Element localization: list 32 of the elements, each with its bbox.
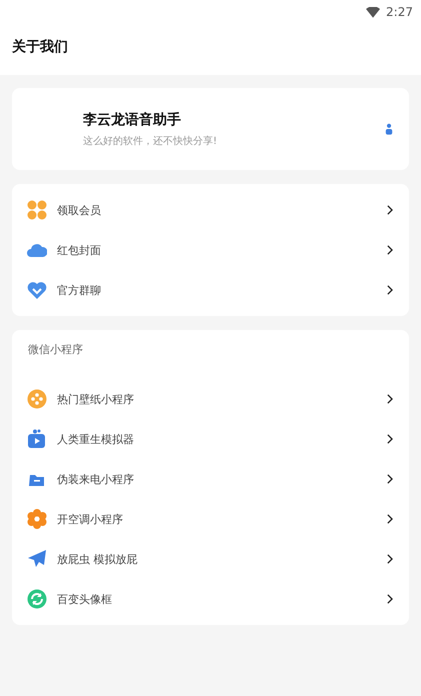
chevron-right-icon	[386, 514, 393, 524]
chevron-right-icon	[386, 434, 393, 444]
chevron-right-icon	[386, 594, 393, 604]
status-time: 2:27	[386, 5, 413, 19]
section-title: 微信小程序	[27, 342, 84, 358]
mini-program-item[interactable]: 放屁虫 模拟放屁	[12, 539, 409, 579]
paper-plane-icon	[27, 549, 47, 569]
mini-program-item[interactable]: 人类重生模拟器	[12, 419, 409, 459]
menu-item[interactable]: 官方群聊	[12, 270, 409, 310]
chevron-right-icon	[386, 394, 393, 404]
mini-program-item[interactable]: 百变头像框	[12, 579, 409, 619]
heart-icon	[27, 280, 47, 300]
menu-item[interactable]: 红包封面	[12, 230, 409, 270]
chevron-right-icon	[386, 554, 393, 564]
person-icon[interactable]	[385, 123, 393, 135]
chevron-right-icon	[386, 205, 393, 215]
mini-program-item[interactable]: 开空调小程序	[12, 499, 409, 539]
mini-program-item[interactable]: 伪装来电小程序	[12, 459, 409, 499]
chevron-right-icon	[386, 285, 393, 295]
refresh-icon	[27, 589, 47, 609]
tv-icon	[27, 429, 47, 449]
chevron-right-icon	[386, 245, 393, 255]
four-petal-icon	[27, 200, 47, 220]
film-reel-icon	[27, 389, 47, 409]
app-name: 李云龙语音助手	[83, 110, 182, 128]
chevron-right-icon	[386, 474, 393, 484]
mini-program-item[interactable]: 热门壁纸小程序	[12, 379, 409, 419]
wifi-icon	[366, 6, 380, 18]
menu-item[interactable]: 领取会员	[12, 190, 409, 230]
app-tagline: 这么好的软件，还不快快分享!	[83, 134, 218, 148]
page-title: 关于我们	[12, 38, 68, 56]
flower-icon	[27, 509, 47, 529]
